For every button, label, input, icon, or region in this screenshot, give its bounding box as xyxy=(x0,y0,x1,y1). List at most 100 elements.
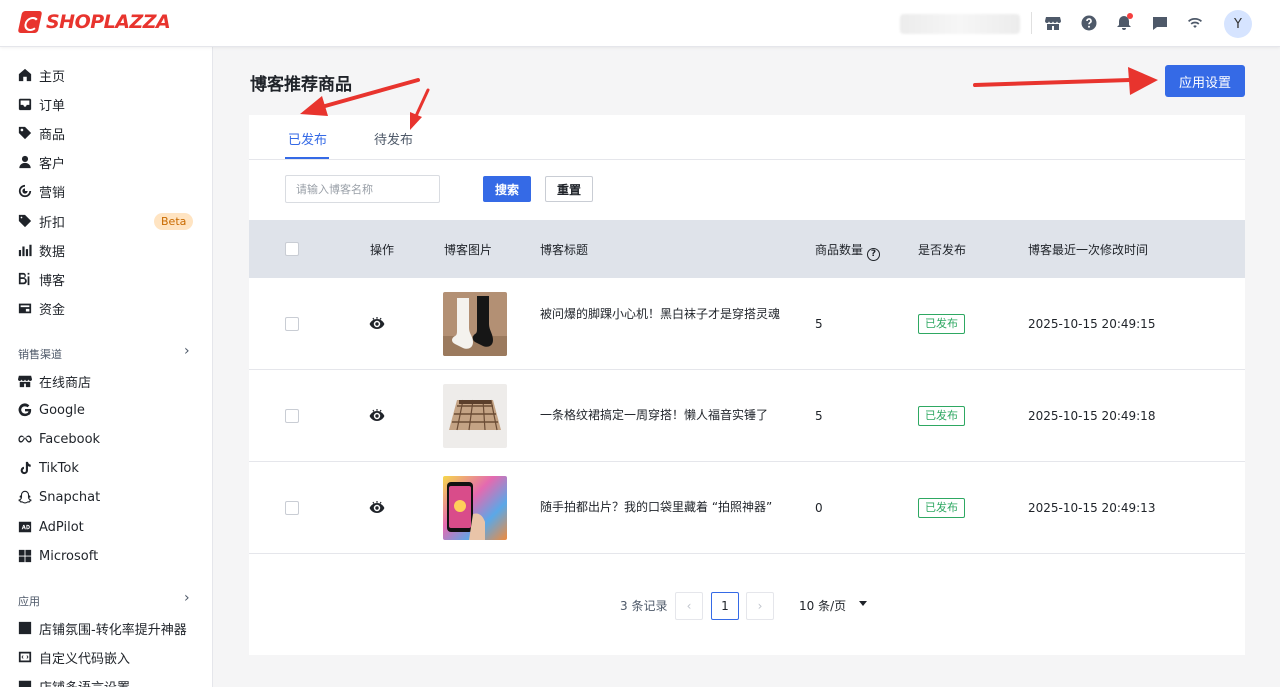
sidebar-channel-tiktok[interactable]: TikTok xyxy=(0,455,213,481)
logo[interactable]: SHOPLAZZA xyxy=(17,11,171,33)
caret-down-icon[interactable] xyxy=(859,601,867,606)
sidebar-app-custom-code[interactable]: 自定义代码嵌入 xyxy=(0,644,213,670)
google-icon xyxy=(17,403,32,418)
row-checkbox[interactable] xyxy=(285,501,299,515)
sales-channels-title: 销售渠道 xyxy=(18,348,62,361)
store-icon xyxy=(17,374,32,389)
blog-image-socks xyxy=(443,292,507,356)
sidebar-item-label: 营销 xyxy=(39,185,66,201)
sidebar-item-blog[interactable]: 博客 xyxy=(0,266,213,292)
sidebar-item-label: 客户 xyxy=(39,156,66,172)
sidebar-item-orders[interactable]: 订单 xyxy=(0,91,213,117)
column-header-title: 博客标题 xyxy=(540,243,589,257)
table-header: 操作 博客图片 博客标题 商品数量? 是否发布 博客最近一次修改时间 xyxy=(249,220,1245,278)
blog-icon xyxy=(17,272,32,287)
blurred-store-name xyxy=(900,14,1020,34)
column-header-modified: 博客最近一次修改时间 xyxy=(1028,243,1149,257)
avatar[interactable]: Y xyxy=(1224,10,1252,38)
apps-title: 应用 xyxy=(18,595,40,608)
row-checkbox[interactable] xyxy=(285,317,299,331)
sidebar-channel-facebook[interactable]: Facebook xyxy=(0,426,213,452)
product-count: 5 xyxy=(815,409,823,423)
message-icon[interactable] xyxy=(1150,13,1170,33)
prev-page-button[interactable]: ‹ xyxy=(675,592,703,620)
help-icon[interactable]: ? xyxy=(867,248,881,261)
sidebar-item-label: 主页 xyxy=(39,69,66,85)
app-settings-button[interactable]: 应用设置 xyxy=(1165,65,1245,97)
inbox-icon xyxy=(17,97,32,112)
sidebar-item-marketing[interactable]: 营销 xyxy=(0,178,213,204)
active-tab-indicator xyxy=(285,157,329,159)
sidebar-item-label: 店铺多语言设置 xyxy=(39,677,130,687)
table-row: 随手拍都出片？我的口袋里藏着 “拍照神器” 0 已发布 2025-10-15 2… xyxy=(249,462,1245,554)
eye-icon[interactable] xyxy=(369,316,385,332)
target-icon xyxy=(17,184,32,199)
page-button-1[interactable]: 1 xyxy=(711,592,739,620)
next-page-button[interactable]: › xyxy=(746,592,774,620)
tab-published[interactable]: 已发布 xyxy=(288,129,327,148)
snapchat-icon xyxy=(17,490,32,505)
arrow-to-settings-button xyxy=(973,67,1158,95)
chevron-right-icon[interactable]: › xyxy=(184,590,190,606)
eye-icon[interactable] xyxy=(369,500,385,516)
eye-icon[interactable] xyxy=(369,408,385,424)
status-badge: 已发布 xyxy=(918,406,965,426)
sidebar-item-finance[interactable]: 资金 xyxy=(0,295,213,321)
sidebar-item-label: 资金 xyxy=(39,302,66,318)
column-header-actions: 操作 xyxy=(370,243,395,257)
tab-bar: 已发布 待发布 xyxy=(249,115,1245,160)
sidebar-channel-online-store[interactable]: 在线商店 xyxy=(0,368,213,394)
product-count: 0 xyxy=(815,501,823,515)
status-badge: 已发布 xyxy=(918,498,965,518)
page-title: 博客推荐商品 xyxy=(250,75,352,95)
row-checkbox[interactable] xyxy=(285,409,299,423)
help-icon[interactable] xyxy=(1079,13,1099,33)
sidebar-item-label: TikTok xyxy=(39,460,79,476)
sidebar-item-analytics[interactable]: 数据 xyxy=(0,237,213,263)
microsoft-icon xyxy=(17,549,32,564)
blog-title: 被问爆的脚踝小心机！黑白袜子才是穿搭灵魂 xyxy=(540,307,781,321)
sidebar-app-language[interactable]: 店铺多语言设置 xyxy=(0,673,213,687)
sidebar-item-customers[interactable]: 客户 xyxy=(0,149,213,175)
shoplazza-logo-icon xyxy=(17,11,43,33)
store-icon[interactable] xyxy=(1043,13,1063,33)
logo-text: SHOPLAZZA xyxy=(46,11,171,33)
sidebar-channel-google[interactable]: Google xyxy=(0,397,213,423)
sidebar-item-products[interactable]: 商品 xyxy=(0,120,213,146)
status-badge: 已发布 xyxy=(918,314,965,334)
discount-icon xyxy=(17,214,32,229)
sidebar-item-home[interactable]: 主页 xyxy=(0,62,213,88)
select-all-checkbox[interactable] xyxy=(285,242,299,256)
sidebar-app-store-atmosphere[interactable]: 店铺氛围-转化率提升神器 xyxy=(0,615,213,641)
wifi-icon[interactable] xyxy=(1185,13,1205,33)
notification-dot xyxy=(1127,13,1133,19)
table-row: 被问爆的脚踝小心机！黑白袜子才是穿搭灵魂 5 已发布 2025-10-15 20… xyxy=(249,278,1245,370)
sidebar-item-label: 折扣 xyxy=(39,215,66,231)
search-button[interactable]: 搜索 xyxy=(483,176,531,202)
sidebar-channel-snapchat[interactable]: Snapchat xyxy=(0,484,213,510)
user-icon xyxy=(17,155,32,170)
total-records: 3 条记录 xyxy=(620,599,668,613)
sidebar: 主页 订单 商品 客户 营销 折扣 Beta 数据 博客 资金 销售渠道 › 在… xyxy=(0,47,213,687)
reset-button[interactable]: 重置 xyxy=(545,176,593,202)
sidebar-item-label: Microsoft xyxy=(39,548,99,564)
blog-name-search-input[interactable] xyxy=(285,175,440,203)
page-size-select[interactable]: 10 条/页 xyxy=(799,597,846,614)
sidebar-item-label: 在线商店 xyxy=(39,375,92,391)
tag-icon xyxy=(17,126,32,141)
chevron-right-icon[interactable]: › xyxy=(184,343,190,359)
sidebar-item-label: Google xyxy=(39,402,85,418)
sidebar-item-label: Snapchat xyxy=(39,489,101,505)
tab-pending[interactable]: 待发布 xyxy=(374,129,413,148)
bar-chart-icon xyxy=(17,243,32,258)
blog-title: 一条格纹裙搞定一周穿搭！懒人福音实锤了 xyxy=(540,408,769,422)
bell-icon[interactable] xyxy=(1114,13,1134,33)
column-header-product-count: 商品数量? xyxy=(815,241,881,261)
sidebar-channel-microsoft[interactable]: Microsoft xyxy=(0,543,213,569)
blog-image-phone xyxy=(443,476,507,540)
blog-image-skirt xyxy=(443,384,507,448)
sidebar-item-discounts[interactable]: 折扣 Beta xyxy=(0,208,213,234)
modified-time: 2025-10-15 20:49:13 xyxy=(1028,501,1156,515)
sidebar-channel-adpilot[interactable]: AdPilot xyxy=(0,514,213,540)
code-icon xyxy=(17,650,32,665)
